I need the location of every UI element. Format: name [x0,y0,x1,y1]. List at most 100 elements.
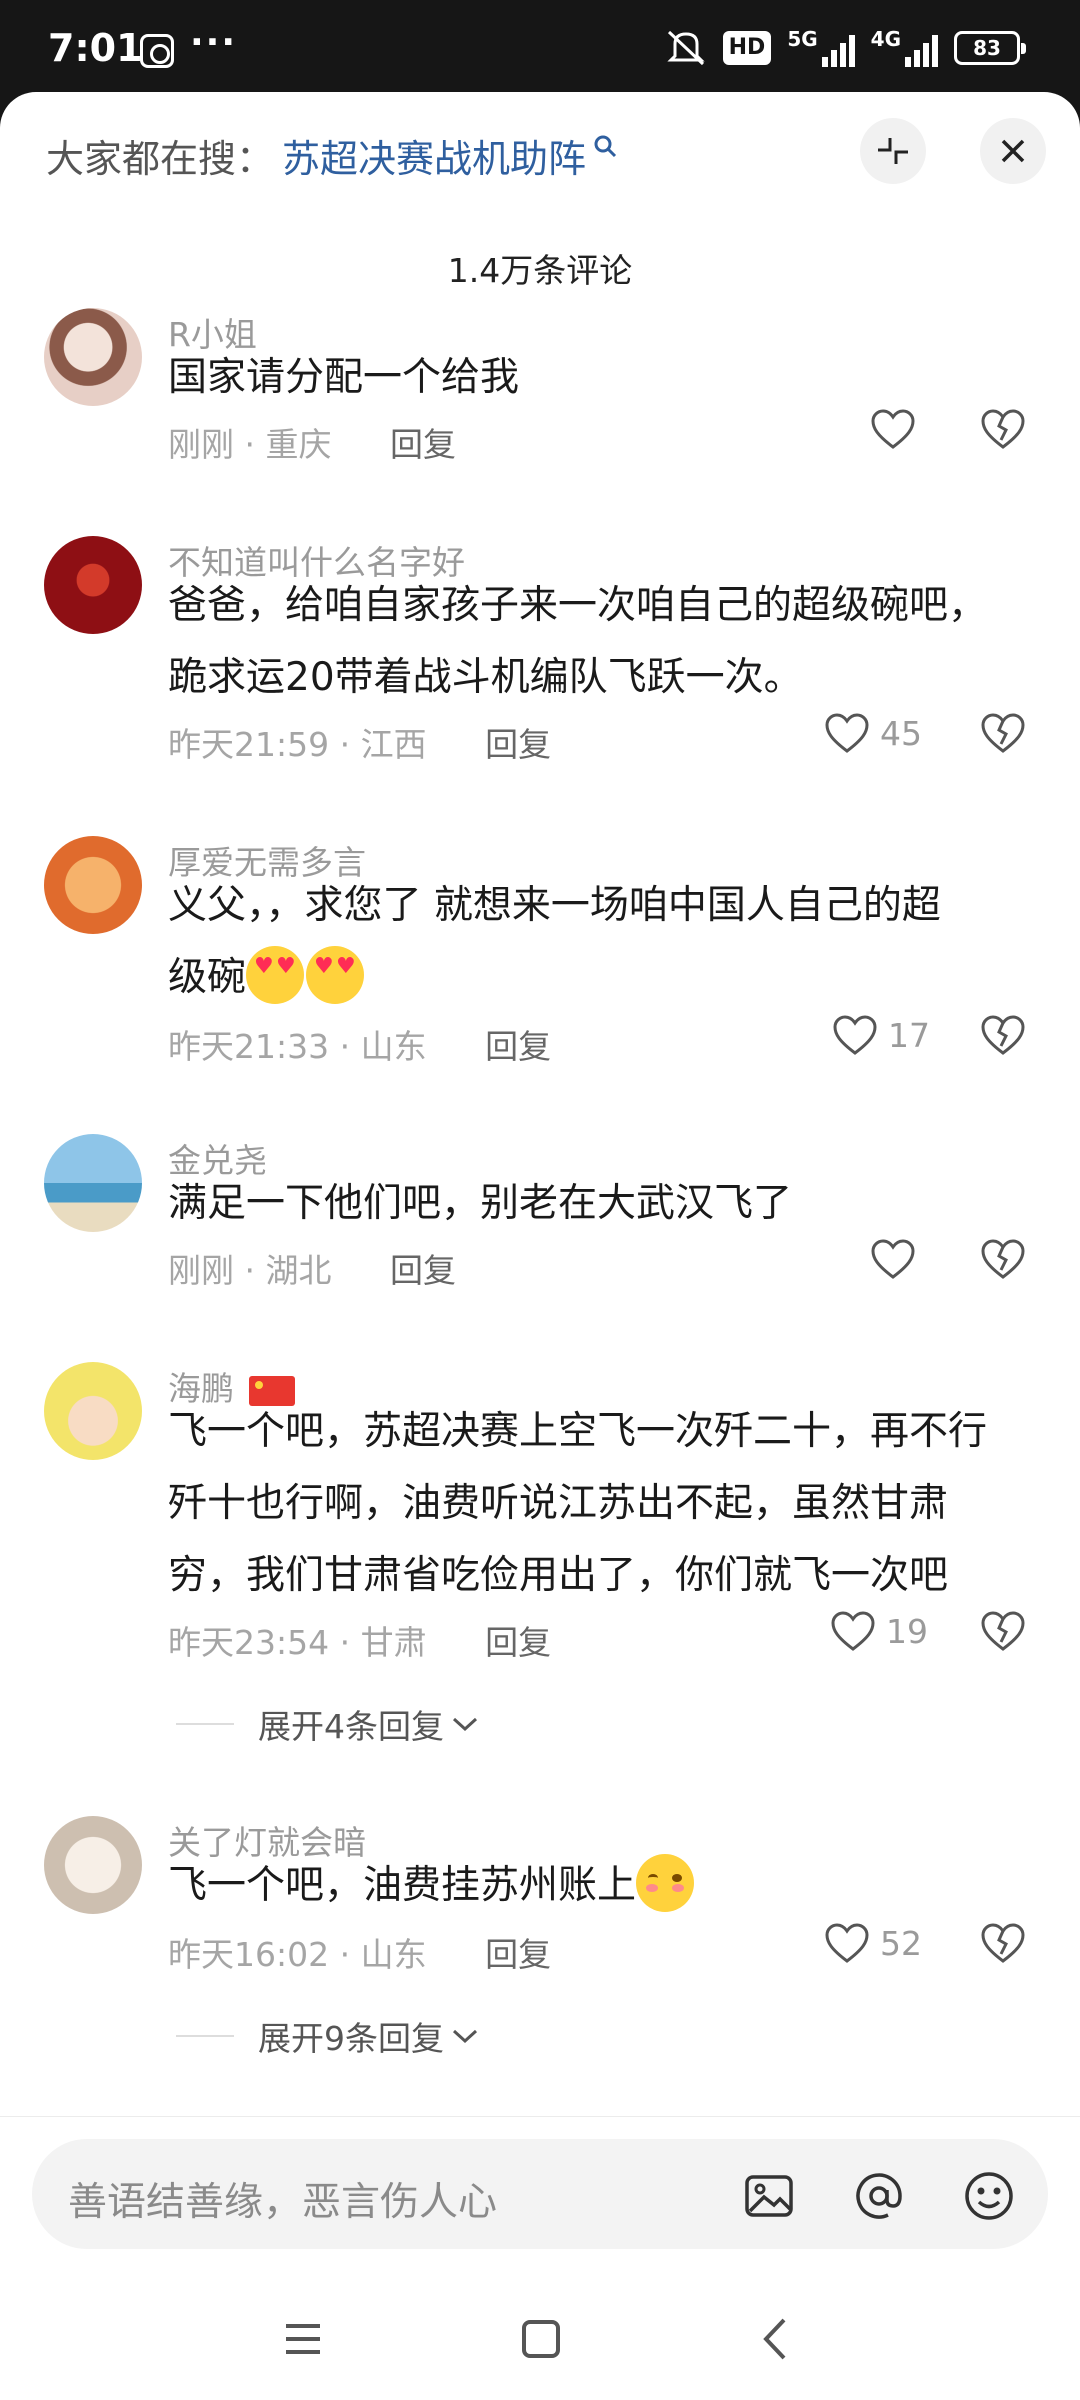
heart-icon [825,1923,869,1963]
status-bar: 7:01 ··· HD 5G 4G 83 [0,0,1080,96]
heart-eyes-emoji-icon [306,946,365,1004]
comment-text: 飞一个吧，苏超决赛上空飞一次歼二十，再不行 [168,1409,988,1454]
reply-button[interactable]: 回复 [485,725,551,764]
back-icon[interactable] [752,2314,802,2364]
app-notification-icon [140,34,174,68]
signal-5g: 5G [787,27,855,67]
like-count: 17 [888,1015,930,1055]
comment-time: 刚刚 [168,1251,234,1290]
battery-icon: 83 [954,31,1026,65]
at-icon[interactable] [852,2169,906,2223]
comment-location: 甘肃 [360,1623,427,1662]
collapse-button[interactable] [860,118,926,184]
comment-location: 重庆 [265,425,332,464]
comment-location: 湖北 [265,1251,332,1290]
comment-text: 满足一下他们吧，别老在大武汉飞了 [168,1181,793,1226]
comment-time: 昨天21:59 [168,725,330,764]
dislike-button[interactable] [980,408,1026,454]
dislike-heart-icon [981,1239,1025,1279]
comment-sheet: 大家都在搜： 苏超决赛战机助阵 1.4万条评论 R小姐 国家请分配一个给我 刚刚… [0,92,1080,2400]
dislike-heart-icon [981,409,1025,449]
dislike-heart-icon [981,1015,1025,1055]
divider [176,2035,234,2037]
trending-search-term[interactable]: 苏超决赛战机助阵 [282,128,586,183]
shy-emoji-icon [636,1854,695,1912]
like-button[interactable] [870,408,916,450]
comment-meta: 昨天21:33 · 山东 回复 [168,1027,552,1066]
image-icon[interactable] [742,2169,796,2223]
reply-button[interactable]: 回复 [485,1623,551,1662]
avatar[interactable] [44,536,142,634]
comment-location: 山东 [360,1027,427,1066]
dislike-button[interactable] [980,1610,1026,1656]
comment-input[interactable]: 善语结善缘，恶言伤人心 [32,2139,1048,2249]
reply-button[interactable]: 回复 [390,425,456,464]
close-button[interactable] [980,118,1046,184]
expand-replies-label: 展开4条回复 [258,1707,444,1746]
like-count: 45 [880,713,922,753]
comment-text: 爸爸，给咱自家孩子来一次咱自己的超级碗吧， [168,583,988,628]
comment-text-content: 飞一个吧，油费挂苏州账上 [168,1863,637,1908]
comment-input-placeholder: 善语结善缘，恶言伤人心 [68,2180,498,2225]
menu-icon[interactable] [278,2314,328,2364]
comment-time: 刚刚 [168,425,234,464]
avatar[interactable] [44,308,142,406]
avatar[interactable] [44,1816,142,1914]
comment-meta: 昨天21:59 · 江西 回复 [168,725,552,764]
comment-time: 昨天23:54 [168,1623,330,1662]
comment-meta: 刚刚 · 湖北 回复 [168,1251,456,1290]
dislike-button[interactable] [980,1922,1026,1968]
signal-4g: 4G [871,29,938,67]
expand-replies-button[interactable]: 展开9条回复 [176,2012,480,2060]
reply-button[interactable]: 回复 [390,1251,456,1290]
heart-icon [871,409,915,449]
chevron-down-icon [452,1717,478,1732]
expand-replies-button[interactable]: 展开4条回复 [176,1700,480,1748]
chevron-down-icon [452,2029,478,2044]
divider [176,1723,234,1725]
dislike-button[interactable] [980,712,1026,758]
like-count: 52 [880,1923,922,1963]
hd-badge: HD [722,31,772,65]
mute-icon [667,30,705,66]
dislike-heart-icon [981,1611,1025,1651]
comment-count: 1.4万条评论 [447,251,633,290]
comment-text: 跪求运20带着战斗机编队飞跃一次。 [168,655,803,700]
like-button[interactable] [870,1238,916,1280]
like-count: 19 [886,1611,928,1651]
like-button[interactable]: 45 [824,712,922,754]
like-button[interactable]: 17 [832,1014,930,1056]
reply-button[interactable]: 回复 [485,1027,551,1066]
system-nav-bar [0,2278,1080,2400]
close-icon [1001,139,1025,163]
dislike-button[interactable] [980,1014,1026,1060]
comment-time: 昨天16:02 [168,1935,330,1974]
like-button[interactable]: 19 [830,1610,928,1652]
comment-location: 山东 [360,1935,427,1974]
comment-meta: 昨天23:54 · 甘肃 回复 [168,1623,552,1662]
reply-button[interactable]: 回复 [485,1935,551,1974]
comment-text: 歼十也行啊，油费听说江苏出不起，虽然甘肃 [168,1481,949,1526]
dislike-heart-icon [981,713,1025,753]
comment-text-tail: 级碗 [168,955,247,1000]
net-label-5g: 5G [787,27,818,51]
comment-text: 义父，，求您了 就想来一场咱中国人自己的超 [168,883,941,928]
comment-text: 飞一个吧，油费挂苏州账上 [168,1854,696,1912]
comment-meta: 刚刚 · 重庆 回复 [168,425,456,464]
avatar[interactable] [44,836,142,934]
comment-location: 江西 [360,725,427,764]
net-label-4g: 4G [870,27,901,51]
like-button[interactable]: 52 [824,1922,922,1964]
comment-time: 昨天21:33 [168,1027,330,1066]
status-time: 7:01 [48,26,143,70]
comment-text: 穷，我们甘肃省吃俭用出了，你们就飞一次吧 [168,1553,949,1598]
collapse-icon [878,138,908,164]
dislike-button[interactable] [980,1238,1026,1284]
home-icon[interactable] [516,2314,566,2364]
dislike-heart-icon [981,1923,1025,1963]
comment-text: 级碗 [168,946,366,1004]
trending-search[interactable]: 大家都在搜： 苏超决赛战机助阵 [46,128,620,183]
avatar[interactable] [44,1362,142,1460]
emoji-icon[interactable] [962,2169,1016,2223]
avatar[interactable] [44,1134,142,1232]
